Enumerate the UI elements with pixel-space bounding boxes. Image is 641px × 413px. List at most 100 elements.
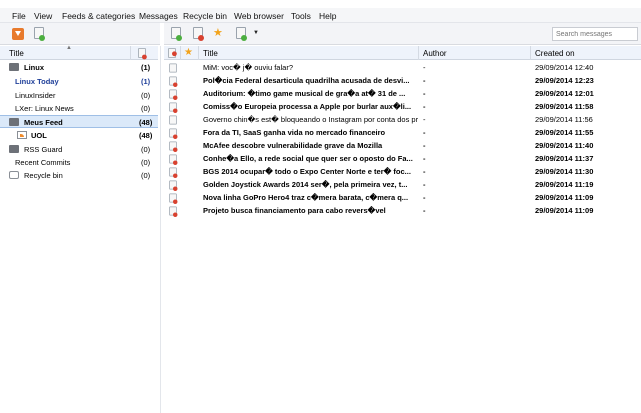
mark-important-button[interactable]: ★ xyxy=(210,27,226,41)
message-date: 29/09/2014 12:01 xyxy=(535,89,594,98)
add-feed-button[interactable] xyxy=(31,27,47,41)
search-input[interactable] xyxy=(552,27,638,41)
menu-tools[interactable]: Tools xyxy=(291,11,311,21)
menu-messages[interactable]: Messages xyxy=(139,11,178,21)
mark-unread-button[interactable] xyxy=(190,27,206,41)
message-date: 29/09/2014 11:58 xyxy=(535,102,594,111)
feed-category-linux[interactable]: Linux (1) xyxy=(0,61,158,74)
message-title: McAfee descobre vulnerabilidade grave da… xyxy=(203,141,383,150)
message-row[interactable]: Projeto busca financiamento para cabo re… xyxy=(164,204,641,217)
message-row[interactable]: Pol�cia Federal desarticula quadrilha ac… xyxy=(164,74,641,87)
folder-icon xyxy=(9,63,19,71)
unread-message-icon[interactable] xyxy=(169,76,178,87)
message-date: 29/09/2014 11:09 xyxy=(535,193,594,202)
unread-message-icon[interactable] xyxy=(169,193,178,204)
unread-message-icon[interactable] xyxy=(169,167,178,178)
message-author: - xyxy=(423,115,426,124)
feed-title: Linux Today xyxy=(15,77,59,86)
message-row[interactable]: Conhe�a Ello, a rede social que quer ser… xyxy=(164,152,641,165)
feed-title: LinuxInsider xyxy=(15,91,56,100)
download-icon xyxy=(12,28,24,40)
panel-splitter[interactable] xyxy=(160,46,161,413)
message-row[interactable]: BGS 2014 ocupar� todo o Expo Center Nort… xyxy=(164,165,641,178)
message-date: 29/09/2014 11:40 xyxy=(535,141,594,150)
message-date: 29/09/2014 11:30 xyxy=(535,167,594,176)
feed-lxer-linux-news[interactable]: LXer: Linux News (0) xyxy=(0,102,158,115)
message-row[interactable]: Comiss�o Europeia processa a Apple por b… xyxy=(164,100,641,113)
menu-file[interactable]: File xyxy=(12,11,26,21)
unread-message-icon[interactable] xyxy=(169,180,178,191)
mark-read-button[interactable] xyxy=(168,27,184,41)
message-title: Pol�cia Federal desarticula quadrilha ac… xyxy=(203,76,410,85)
unread-message-icon[interactable] xyxy=(169,89,178,100)
message-author: - xyxy=(423,193,426,202)
menu-feeds-categories[interactable]: Feeds & categories xyxy=(62,11,135,21)
unread-message-icon[interactable] xyxy=(169,154,178,165)
feed-title: Linux xyxy=(24,63,44,72)
message-author: - xyxy=(423,89,426,98)
menu-help[interactable]: Help xyxy=(319,11,336,21)
feed-title: RSS Guard xyxy=(24,145,63,154)
unread-count-icon xyxy=(138,48,147,60)
feed-recycle-bin[interactable]: Recycle bin (0) xyxy=(0,169,158,182)
feed-count: (0) xyxy=(141,171,151,180)
menu-recycle-bin[interactable]: Recycle bin xyxy=(183,11,227,21)
feed-count: (0) xyxy=(141,158,151,167)
read-status-icon xyxy=(168,48,177,58)
message-date: 29/09/2014 11:19 xyxy=(535,180,594,189)
title-column-header[interactable]: Title xyxy=(199,46,419,60)
feed-linux-today[interactable]: Linux Today (1) xyxy=(0,75,158,88)
unread-message-icon[interactable] xyxy=(169,102,178,113)
feed-category-meus-feed[interactable]: Meus Feed (48) xyxy=(0,115,158,128)
folder-icon xyxy=(9,145,19,153)
feed-uol[interactable]: UOL (48) xyxy=(0,129,158,142)
feed-recent-commits[interactable]: Recent Commits (0) xyxy=(0,156,158,169)
message-row[interactable]: Nova linha GoPro Hero4 traz c�mera barat… xyxy=(164,191,641,204)
feed-title: UOL xyxy=(31,131,47,140)
unread-message-icon[interactable] xyxy=(169,141,178,152)
feeds-title-column-header[interactable]: Title xyxy=(9,49,24,58)
important-column-header[interactable]: ★ xyxy=(181,46,199,60)
message-title: Golden Joystick Awards 2014 ser�, pela p… xyxy=(203,180,408,189)
feed-count: (0) xyxy=(141,104,151,113)
feed-title: Recycle bin xyxy=(24,171,63,180)
created-column-label: Created on xyxy=(535,49,575,58)
chevron-down-icon: ▼ xyxy=(253,30,259,36)
message-date: 29/09/2014 12:40 xyxy=(535,63,594,72)
feed-title: Meus Feed xyxy=(24,118,63,127)
message-title: Projeto busca financiamento para cabo re… xyxy=(203,206,386,215)
read-status-column-header[interactable] xyxy=(164,46,181,60)
message-row[interactable]: McAfee descobre vulnerabilidade grave da… xyxy=(164,139,641,152)
message-row[interactable]: MiM: voc� j� ouviu falar? - 29/09/2014 1… xyxy=(164,61,641,73)
feeds-count-column-header[interactable] xyxy=(130,46,158,60)
feed-title: LXer: Linux News xyxy=(15,104,74,113)
feed-linuxinsider[interactable]: LinuxInsider (0) xyxy=(0,89,158,102)
created-column-header[interactable]: Created on xyxy=(531,46,641,60)
folder-icon xyxy=(9,118,19,126)
message-author: - xyxy=(423,206,426,215)
feed-category-rss-guard[interactable]: RSS Guard (0) xyxy=(0,143,158,156)
message-author: - xyxy=(423,102,426,111)
message-author: - xyxy=(423,180,426,189)
message-row[interactable]: Auditorium: �timo game musical de gra�a … xyxy=(164,87,641,100)
message-row[interactable]: Fora da TI, SaaS ganha vida no mercado f… xyxy=(164,126,641,139)
message-filter-button[interactable]: ▼ xyxy=(234,27,259,41)
menu-view[interactable]: View xyxy=(34,11,52,21)
unread-message-icon[interactable] xyxy=(169,128,178,139)
message-date: 29/09/2014 11:37 xyxy=(535,154,594,163)
recycle-bin-icon xyxy=(9,171,19,179)
message-title: Governo chin�s est� bloqueando o Instagr… xyxy=(203,115,418,124)
message-row[interactable]: Golden Joystick Awards 2014 ser�, pela p… xyxy=(164,178,641,191)
update-feeds-button[interactable] xyxy=(10,27,26,41)
menu-web-browser[interactable]: Web browser xyxy=(234,11,284,21)
author-column-header[interactable]: Author xyxy=(419,46,531,60)
filter-icon xyxy=(236,27,247,41)
feed-count: (0) xyxy=(141,91,151,100)
unread-message-icon[interactable] xyxy=(169,206,178,217)
message-row[interactable]: Governo chin�s est� bloqueando o Instagr… xyxy=(164,113,641,125)
feed-count: (48) xyxy=(139,131,153,140)
message-title: Comiss�o Europeia processa a Apple por b… xyxy=(203,102,412,111)
read-message-icon[interactable] xyxy=(169,63,177,73)
message-title: Fora da TI, SaaS ganha vida no mercado f… xyxy=(203,128,386,137)
read-message-icon[interactable] xyxy=(169,115,177,125)
